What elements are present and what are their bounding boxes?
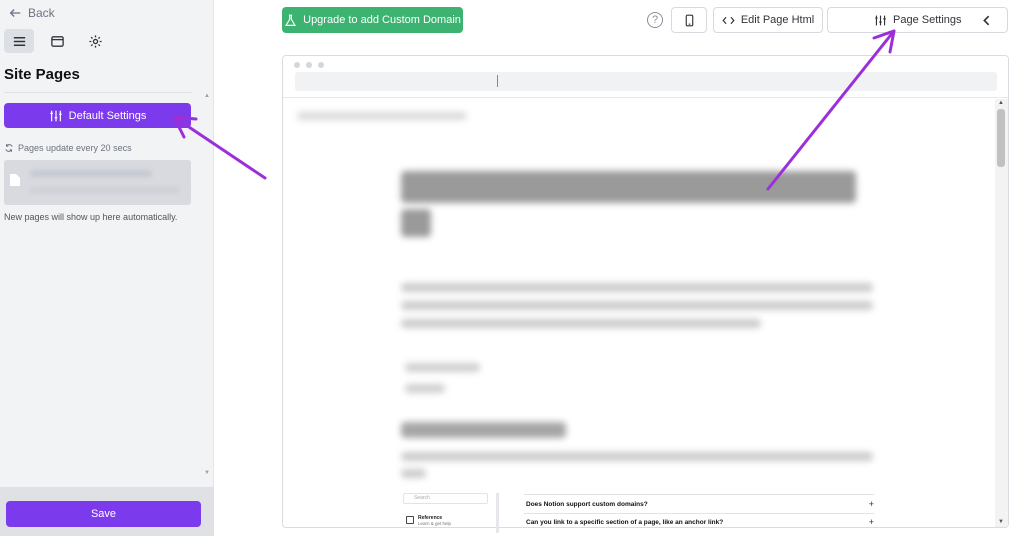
blurred-paragraph [401,283,873,292]
upgrade-label: Upgrade to add Custom Domain [303,14,461,26]
edit-page-html-label: Edit Page Html [740,14,815,26]
faq-question: Can you link to a specific section of a … [526,519,724,526]
preview-url-bar [295,72,997,91]
edit-page-html-button[interactable]: Edit Page Html [713,7,823,33]
code-icon [722,16,735,24]
page-url-blurred [30,187,180,193]
save-button[interactable]: Save [6,501,201,527]
mobile-preview-button[interactable] [671,7,707,33]
scroll-down-arrow[interactable]: ▼ [998,519,1004,525]
sidebar: Back Site Pages ▲ Default Settings Pages… [0,0,214,536]
tab-pages[interactable] [4,29,34,53]
menu-icon [13,36,25,46]
window-dot [306,62,312,68]
preview-scrollbar[interactable]: ▲ ▼ [995,99,1008,527]
tab-settings[interactable] [80,29,110,53]
update-note-text: Pages update every 20 secs [18,143,132,153]
page-settings-button[interactable]: Page Settings [827,7,1008,33]
sidebar-scroll-down-arrow[interactable]: ▼ [204,470,210,476]
faq-divider [524,494,874,495]
preview-browser-bar [283,56,1008,98]
refresh-icon [5,144,13,152]
window-dot [318,62,324,68]
window-dot [294,62,300,68]
page-title-blurred [30,170,152,177]
mobile-phone-icon [685,14,693,26]
flask-icon [285,14,297,26]
embedded-reference-sub: Learn & get help [418,521,452,526]
faq-question: Does Notion support custom domains? [526,501,648,508]
help-icon[interactable]: ? [647,12,663,28]
update-note: Pages update every 20 secs [4,143,132,153]
blurred-heading [401,171,856,203]
sidebar-scroll-up-arrow[interactable]: ▲ [204,93,210,99]
sliders-icon [49,110,62,121]
new-pages-note: New pages will show up here automaticall… [4,212,178,222]
tab-layout[interactable] [42,29,72,53]
divider [4,92,192,93]
blurred-breadcrumb [297,112,467,120]
gear-icon [88,34,102,48]
arrow-left-icon [9,9,21,17]
sliders-icon [875,15,886,25]
embedded-divider [496,493,499,533]
blurred-list-item [405,384,445,393]
embedded-search: Search [403,493,488,504]
sidebar-view-tabs [4,29,110,53]
faq-expand-icon: + [868,499,874,509]
back-link[interactable]: Back [8,6,55,20]
blurred-paragraph [401,469,426,478]
browser-window-icon [50,35,64,47]
embedded-ref-icon [406,516,414,524]
back-label: Back [28,6,55,20]
blurred-paragraph [401,301,873,310]
embedded-sidebar: Search Reference Learn & get help [403,493,498,533]
document-icon [10,174,20,186]
page-settings-label: Page Settings [893,14,962,26]
section-title: Site Pages [4,66,80,83]
blurred-heading [401,209,431,237]
chevron-left-icon[interactable] [980,14,993,27]
faq-expand-icon: + [868,517,874,527]
blurred-paragraph [401,319,761,328]
embedded-faq: Does Notion support custom domains? + Ca… [524,494,876,528]
scroll-up-arrow[interactable]: ▲ [998,100,1004,106]
page-list-item[interactable] [4,160,191,205]
default-settings-label: Default Settings [68,109,147,122]
blurred-subheading [401,422,566,438]
default-settings-button[interactable]: Default Settings [4,103,191,128]
url-caret [497,75,498,87]
preview-content [283,99,993,527]
blurred-paragraph [401,452,873,461]
page-preview-frame: ▲ ▼ [282,55,1009,528]
upgrade-custom-domain-button[interactable]: Upgrade to add Custom Domain [282,7,463,33]
faq-divider [524,513,874,514]
blurred-list-item [405,363,480,372]
app-root: Back Site Pages ▲ Default Settings Pages… [0,0,1024,536]
scrollbar-thumb[interactable] [997,109,1005,167]
